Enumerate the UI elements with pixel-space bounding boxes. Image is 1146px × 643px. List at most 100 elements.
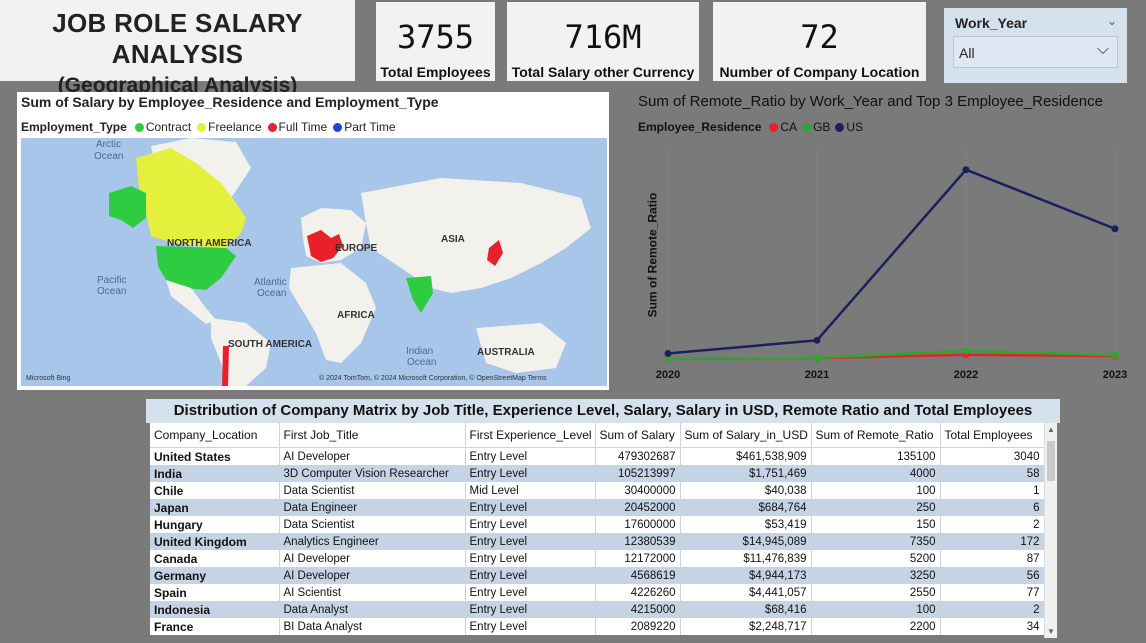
table-row[interactable]: Chile Data Scientist Mid Level 30400000 $40,…: [150, 482, 1045, 499]
table-cell: 105213997: [595, 465, 681, 482]
legend-item-full-time[interactable]: Full Time: [267, 120, 327, 134]
table-cell: 5200: [811, 550, 941, 567]
scroll-up-icon[interactable]: ▲: [1047, 425, 1055, 434]
table-cell: Indonesia: [150, 601, 280, 618]
map-label: ASIA: [441, 234, 465, 245]
legend-label: Contract: [145, 120, 192, 134]
kpi-label: Total Salary other Currency: [511, 64, 695, 80]
bing-logo: Microsoft Bing: [26, 375, 70, 382]
table-row[interactable]: Indonesia Data Analyst Entry Level 4215000 $…: [150, 601, 1045, 618]
table-cell: Entry Level: [465, 567, 596, 584]
map-label: EUROPE: [335, 243, 378, 254]
table-cell: Entry Level: [465, 499, 596, 516]
data-point-gb[interactable]: [1111, 351, 1119, 359]
table-cell: 100: [811, 601, 941, 618]
table-row[interactable]: Canada AI Developer Entry Level 12172000 $11…: [150, 550, 1045, 567]
line-chart-svg[interactable]: 2020 2021 2022 2023: [628, 88, 1143, 388]
table-cell: 56: [940, 567, 1045, 584]
legend-item-freelance[interactable]: Freelance: [197, 120, 262, 134]
table-cell: 6: [940, 499, 1045, 516]
table-cell: Japan: [150, 499, 280, 516]
table-cell: Entry Level: [465, 618, 596, 635]
column-header[interactable]: Company_Location: [150, 423, 280, 448]
table-cell: $461,538,909: [680, 447, 812, 465]
table-cell: India: [150, 465, 280, 482]
table-cell: 77: [940, 584, 1045, 601]
table-cell: 250: [811, 499, 941, 516]
table-title: Distribution of Company Matrix by Job Ti…: [146, 399, 1060, 423]
data-point-us[interactable]: [664, 349, 672, 357]
table-cell: AI Developer: [279, 550, 466, 567]
table-header-row: Company_Location First Job_Title First Exp…: [150, 423, 1045, 448]
table-cell: 3D Computer Vision Researcher: [279, 465, 466, 482]
table-cell: Entry Level: [465, 550, 596, 567]
table-cell: United States: [150, 447, 280, 465]
legend-title: Employment_Type: [21, 120, 127, 134]
table-row[interactable]: Germany AI Developer Entry Level 4568619 $4,…: [150, 567, 1045, 584]
table-cell: Entry Level: [465, 533, 596, 550]
table-cell: 4000: [811, 465, 941, 482]
map-label: AUSTRALIA: [477, 347, 535, 358]
column-header[interactable]: First Job_Title: [279, 423, 466, 448]
table-cell: BI Data Analyst: [279, 618, 466, 635]
table-cell: Canada: [150, 550, 280, 567]
series-line-us[interactable]: [667, 168, 1116, 355]
map-visual[interactable]: Sum of Salary by Employee_Residence and …: [17, 92, 609, 390]
data-point-us[interactable]: [1111, 225, 1119, 233]
column-header[interactable]: First Experience_Level: [465, 423, 596, 448]
x-tick-label: 2021: [805, 369, 829, 381]
table-cell: $4,441,057: [680, 584, 812, 601]
world-map[interactable]: Arctic Ocean Pacific Ocean Atlantic Ocea…: [21, 138, 607, 386]
column-header[interactable]: Sum of Remote_Ratio: [811, 423, 941, 448]
column-header[interactable]: Sum of Salary: [595, 423, 681, 448]
x-tick-label: 2023: [1103, 369, 1127, 381]
chevron-down-icon[interactable]: ⌵: [1097, 41, 1109, 59]
legend-label: Part Time: [344, 120, 396, 134]
table-cell: Entry Level: [465, 601, 596, 618]
table-row[interactable]: Japan Data Engineer Entry Level 20452000 $68…: [150, 499, 1045, 516]
table-row[interactable]: Spain AI Scientist Entry Level 4226260 $4,44…: [150, 584, 1045, 601]
table-cell: 58: [940, 465, 1045, 482]
kpi-label: Total Employees: [380, 64, 491, 80]
table-scrollbar[interactable]: ▲ ▼: [1044, 423, 1057, 638]
line-chart-visual[interactable]: Sum of Remote_Ratio by Work_Year and Top…: [628, 88, 1143, 388]
scroll-thumb[interactable]: [1047, 441, 1055, 481]
column-header[interactable]: Total Employees: [940, 423, 1045, 448]
table-cell: 4215000: [595, 601, 681, 618]
table-cell: AI Developer: [279, 447, 466, 465]
legend-item-contract[interactable]: Contract: [134, 120, 192, 134]
chevron-down-icon[interactable]: ⌄: [1107, 14, 1117, 28]
company-matrix-table[interactable]: Distribution of Company Matrix by Job Ti…: [146, 399, 1060, 639]
table-body[interactable]: Company_Location First Job_Title First Exp…: [150, 423, 1045, 635]
table-cell: Data Scientist: [279, 516, 466, 533]
table-row[interactable]: United Kingdom Analytics Engineer Entry Le…: [150, 533, 1045, 550]
map-label: Ocean: [97, 286, 126, 297]
table-row[interactable]: Hungary Data Scientist Entry Level 17600000…: [150, 516, 1045, 533]
data-point-gb[interactable]: [962, 347, 970, 355]
map-label: NORTH AMERICA: [167, 238, 252, 249]
data-point-gb[interactable]: [813, 354, 821, 362]
kpi-total-salary: 716M Total Salary other Currency: [507, 2, 699, 81]
data-point-us[interactable]: [962, 166, 970, 174]
work-year-slicer[interactable]: Work_Year ⌄ All ⌵: [944, 8, 1127, 83]
scroll-down-icon[interactable]: ▼: [1047, 627, 1055, 636]
table-cell: 17600000: [595, 516, 681, 533]
chile-region[interactable]: [222, 346, 229, 386]
kpi-value: 716M: [564, 18, 642, 56]
column-header[interactable]: Sum of Salary_in_USD: [680, 423, 812, 448]
table-cell: United Kingdom: [150, 533, 280, 550]
map-label: SOUTH AMERICA: [228, 339, 312, 350]
table-row[interactable]: France BI Data Analyst Entry Level 2089220 $…: [150, 618, 1045, 635]
table-cell: 2: [940, 516, 1045, 533]
map-legend: Employment_Type Contract Freelance Full …: [21, 120, 396, 134]
table-row[interactable]: India 3D Computer Vision Researcher Entry …: [150, 465, 1045, 482]
table-cell: 3040: [940, 447, 1045, 465]
data-point-us[interactable]: [813, 336, 821, 344]
table-cell: Spain: [150, 584, 280, 601]
map-copyright[interactable]: © 2024 TomTom, © 2024 Microsoft Corporat…: [319, 374, 547, 382]
work-year-dropdown[interactable]: All ⌵: [953, 36, 1118, 68]
legend-item-part-time[interactable]: Part Time: [333, 120, 396, 134]
table-row[interactable]: United States AI Developer Entry Level 4793…: [150, 447, 1045, 465]
map-title: Sum of Salary by Employee_Residence and …: [21, 94, 439, 110]
table-cell: AI Scientist: [279, 584, 466, 601]
